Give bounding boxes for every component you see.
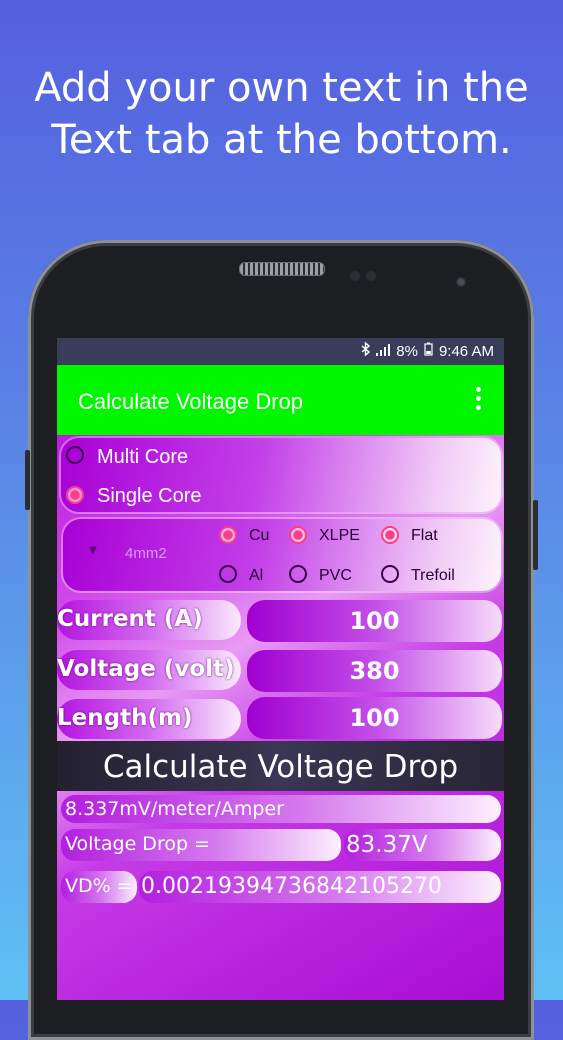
radio-xlpe-label: XLPE (319, 527, 360, 544)
length-label: Length(m) (57, 705, 193, 731)
cable-size-value: 4mm2 (125, 545, 167, 562)
voltage-label: Voltage (volt) (57, 656, 235, 682)
proximity-sensor (350, 271, 360, 281)
radio-pvc-label: PVC (319, 567, 352, 584)
radio-flat[interactable] (381, 526, 399, 544)
radio-multi-core-label: Multi Core (97, 446, 189, 468)
more-vert-icon[interactable] (476, 387, 482, 410)
rate-output: 8.337mV/meter/Amper (61, 795, 501, 823)
radio-cu[interactable] (219, 526, 237, 544)
current-label: Current (A) (57, 606, 203, 632)
radio-multi-core[interactable] (66, 446, 84, 464)
radio-al[interactable] (219, 565, 237, 583)
earpiece-speaker (239, 262, 325, 276)
cable-options-group: ▼ 4mm2 Cu XLPE Flat Al PVC Trefoil (63, 519, 501, 591)
status-bar: 8% 9:46 AM (57, 338, 504, 365)
radio-pvc[interactable] (289, 565, 307, 583)
promo-caption: Add your own text in the Text tab at the… (0, 62, 563, 166)
radio-trefoil-label: Trefoil (411, 567, 455, 584)
promo-line-1: Add your own text in the (34, 65, 529, 111)
radio-single-core-label: Single Core (97, 485, 202, 507)
app-screen: 8% 9:46 AM Calculate Voltage Drop Multi … (57, 338, 504, 1000)
radio-trefoil[interactable] (381, 565, 399, 583)
vd-percent-label: VD% = (61, 871, 137, 903)
app-bar: Calculate Voltage Drop (57, 365, 504, 435)
voltage-drop-value: 83.37V (344, 829, 501, 861)
phone-power-button (533, 500, 538, 570)
bluetooth-icon (361, 341, 371, 360)
radio-cu-label: Cu (249, 527, 270, 544)
signal-icon (376, 343, 391, 360)
battery-percent: 8% (396, 342, 418, 360)
vd-percent-value: 0.00219394736842105270 (139, 871, 501, 903)
promo-line-2: Text tab at the bottom. (51, 117, 512, 163)
current-input[interactable]: 100 (247, 600, 502, 642)
battery-icon (424, 342, 433, 360)
radio-xlpe[interactable] (289, 526, 307, 544)
clock: 9:46 AM (438, 342, 494, 360)
length-input[interactable]: 100 (247, 697, 502, 739)
front-camera (455, 276, 467, 288)
light-sensor (366, 271, 376, 281)
voltage-drop-label: Voltage Drop = (61, 829, 341, 861)
radio-al-label: Al (249, 567, 264, 584)
core-type-group: Multi Core Single Core (61, 438, 501, 512)
phone-side-button (25, 450, 30, 510)
cable-size-spinner[interactable]: ▼ 4mm2 (85, 543, 195, 567)
radio-flat-label: Flat (411, 527, 438, 544)
radio-single-core[interactable] (66, 486, 84, 504)
dropdown-arrow-icon: ▼ (89, 545, 97, 556)
app-title: Calculate Voltage Drop (78, 389, 304, 414)
calculate-button[interactable]: Calculate Voltage Drop (57, 741, 504, 791)
voltage-input[interactable]: 380 (247, 650, 502, 692)
